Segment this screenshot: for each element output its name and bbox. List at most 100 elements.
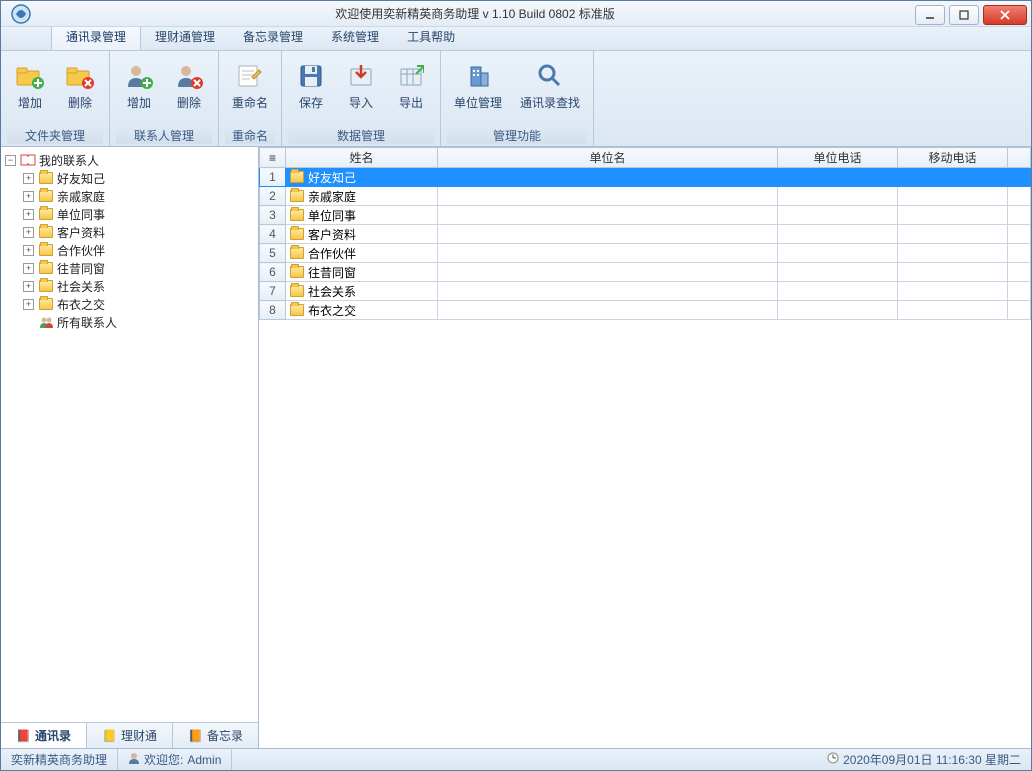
cell-org[interactable] (438, 301, 778, 320)
row-number[interactable]: 3 (260, 206, 286, 225)
cell-tel[interactable] (778, 282, 898, 301)
grid-col-mobile[interactable]: 移动电话 (898, 148, 1008, 168)
expand-icon[interactable]: + (23, 263, 34, 274)
collapse-icon[interactable]: − (5, 155, 16, 166)
cell-org[interactable] (438, 168, 778, 187)
cell-mobile[interactable] (898, 282, 1008, 301)
cell-tel[interactable] (778, 206, 898, 225)
tree-item[interactable]: +社会关系 (21, 277, 256, 295)
minimize-button[interactable] (915, 5, 945, 25)
grid-col-blank[interactable] (1008, 148, 1031, 168)
cell-mobile[interactable] (898, 168, 1008, 187)
cell-mobile[interactable] (898, 225, 1008, 244)
cell-tel[interactable] (778, 244, 898, 263)
tree-item[interactable]: +好友知己 (21, 169, 256, 187)
menu-tab-finance[interactable]: 理财通管理 (141, 24, 229, 50)
tree-item[interactable]: +单位同事 (21, 205, 256, 223)
cell-blank[interactable] (1008, 301, 1031, 320)
tree-item[interactable]: +亲戚家庭 (21, 187, 256, 205)
tree-item[interactable]: +合作伙伴 (21, 241, 256, 259)
row-number[interactable]: 1 (260, 168, 286, 187)
cell-mobile[interactable] (898, 187, 1008, 206)
expand-icon[interactable]: + (23, 173, 34, 184)
tree-item[interactable]: +往昔同窗 (21, 259, 256, 277)
cell-name[interactable]: 好友知己 (286, 168, 438, 187)
table-row[interactable]: 1好友知己 (260, 168, 1031, 187)
row-number[interactable]: 2 (260, 187, 286, 206)
tree-all-contacts[interactable]: 所有联系人 (21, 313, 256, 331)
table-row[interactable]: 7社会关系 (260, 282, 1031, 301)
folder-del-button[interactable]: 删除 (57, 55, 103, 116)
row-number[interactable]: 5 (260, 244, 286, 263)
row-number[interactable]: 4 (260, 225, 286, 244)
export-button[interactable]: 导出 (388, 55, 434, 116)
cell-org[interactable] (438, 282, 778, 301)
rename-button[interactable]: 重命名 (225, 55, 275, 116)
cell-mobile[interactable] (898, 206, 1008, 225)
org-manage-button[interactable]: 单位管理 (447, 55, 509, 116)
cell-mobile[interactable] (898, 263, 1008, 282)
menu-tab-memo[interactable]: 备忘录管理 (229, 24, 317, 50)
save-button[interactable]: 保存 (288, 55, 334, 116)
expand-icon[interactable]: + (23, 191, 34, 202)
menu-tab-contacts[interactable]: 通讯录管理 (51, 23, 141, 50)
table-row[interactable]: 3单位同事 (260, 206, 1031, 225)
table-row[interactable]: 8布衣之交 (260, 301, 1031, 320)
grid-col-org[interactable]: 单位名 (438, 148, 778, 168)
cell-tel[interactable] (778, 301, 898, 320)
cell-blank[interactable] (1008, 263, 1031, 282)
cell-org[interactable] (438, 187, 778, 206)
tree-item[interactable]: +布衣之交 (21, 295, 256, 313)
cell-blank[interactable] (1008, 225, 1031, 244)
cell-name[interactable]: 往昔同窗 (286, 263, 438, 282)
expand-icon[interactable]: + (23, 209, 34, 220)
maximize-button[interactable] (949, 5, 979, 25)
cell-blank[interactable] (1008, 206, 1031, 225)
cell-org[interactable] (438, 225, 778, 244)
expand-icon[interactable]: + (23, 299, 34, 310)
expand-icon[interactable]: + (23, 245, 34, 256)
table-row[interactable]: 4客户资料 (260, 225, 1031, 244)
menu-tab-tools[interactable]: 工具帮助 (393, 24, 469, 50)
cell-org[interactable] (438, 244, 778, 263)
cell-blank[interactable] (1008, 282, 1031, 301)
expand-icon[interactable]: + (23, 281, 34, 292)
left-tab-contacts[interactable]: 📕 通讯录 (1, 723, 87, 748)
row-number[interactable]: 8 (260, 301, 286, 320)
row-number[interactable]: 6 (260, 263, 286, 282)
contact-add-button[interactable]: 增加 (116, 55, 162, 116)
cell-tel[interactable] (778, 187, 898, 206)
addr-search-button[interactable]: 通讯录查找 (513, 55, 587, 116)
grid-col-tel[interactable]: 单位电话 (778, 148, 898, 168)
cell-name[interactable]: 客户资料 (286, 225, 438, 244)
left-tab-memo[interactable]: 📙 备忘录 (173, 723, 258, 748)
expand-icon[interactable]: + (23, 227, 34, 238)
grid-col-name[interactable]: 姓名 (286, 148, 438, 168)
cell-tel[interactable] (778, 168, 898, 187)
folder-add-button[interactable]: 增加 (7, 55, 53, 116)
left-tab-finance[interactable]: 📒 理财通 (87, 723, 173, 748)
grid-col-marker[interactable]: ≡ (260, 148, 286, 168)
cell-name[interactable]: 社会关系 (286, 282, 438, 301)
cell-blank[interactable] (1008, 168, 1031, 187)
close-button[interactable] (983, 5, 1027, 25)
contact-del-button[interactable]: 删除 (166, 55, 212, 116)
table-row[interactable]: 2亲戚家庭 (260, 187, 1031, 206)
import-button[interactable]: 导入 (338, 55, 384, 116)
menu-tab-system[interactable]: 系统管理 (317, 24, 393, 50)
cell-tel[interactable] (778, 263, 898, 282)
cell-blank[interactable] (1008, 187, 1031, 206)
cell-org[interactable] (438, 263, 778, 282)
cell-name[interactable]: 单位同事 (286, 206, 438, 225)
cell-mobile[interactable] (898, 244, 1008, 263)
table-row[interactable]: 5合作伙伴 (260, 244, 1031, 263)
tree-root[interactable]: − 我的联系人 (3, 151, 256, 169)
tree-item[interactable]: +客户资料 (21, 223, 256, 241)
cell-name[interactable]: 合作伙伴 (286, 244, 438, 263)
cell-name[interactable]: 亲戚家庭 (286, 187, 438, 206)
cell-org[interactable] (438, 206, 778, 225)
cell-blank[interactable] (1008, 244, 1031, 263)
tree-view[interactable]: − 我的联系人 +好友知己+亲戚家庭+单位同事+客户资料+合作伙伴+往昔同窗+社… (1, 147, 258, 722)
data-grid[interactable]: ≡ 姓名 单位名 单位电话 移动电话 1好友知己2亲戚家庭3单位同事4客户资料5… (259, 147, 1031, 748)
cell-name[interactable]: 布衣之交 (286, 301, 438, 320)
